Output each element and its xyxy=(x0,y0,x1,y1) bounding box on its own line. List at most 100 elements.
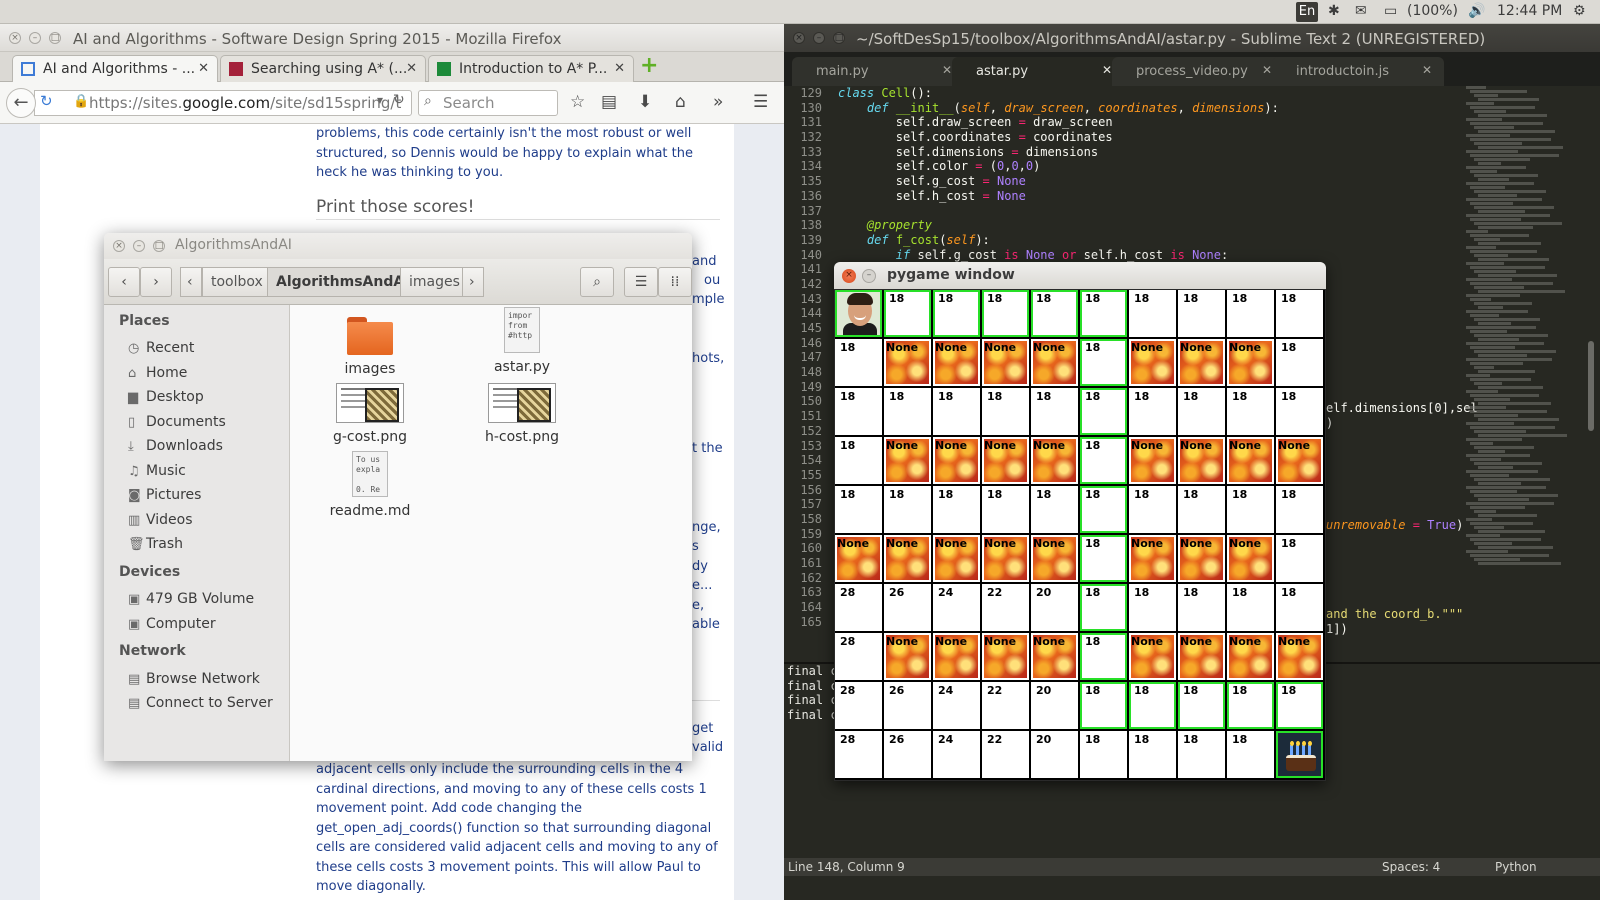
back-icon[interactable]: ‹ xyxy=(108,267,140,297)
minimap[interactable] xyxy=(1466,86,1578,606)
grid-cell[interactable]: 18 xyxy=(835,486,882,533)
close-icon[interactable]: × xyxy=(793,32,805,44)
grid-cell[interactable]: 22 xyxy=(982,731,1029,778)
sidebar-item-browse-network[interactable]: ▤ Browse Network xyxy=(128,671,260,687)
grid-cell[interactable]: 22 xyxy=(982,682,1029,729)
lava-cell[interactable]: None xyxy=(982,339,1029,386)
minimize-icon[interactable]: – xyxy=(133,240,145,252)
lava-cell[interactable]: None xyxy=(1227,535,1274,582)
grid-cell[interactable]: 26 xyxy=(884,584,931,631)
lava-cell[interactable]: None xyxy=(1129,339,1176,386)
grid-cell[interactable]: 18 xyxy=(1031,486,1078,533)
close-tab-icon[interactable]: ✕ xyxy=(614,61,625,76)
grid-cell[interactable]: 18 xyxy=(1031,290,1078,337)
file-astar-py[interactable]: impor from #http astar.py xyxy=(452,307,592,375)
lava-cell[interactable]: None xyxy=(933,437,980,484)
lava-cell[interactable]: None xyxy=(1129,535,1176,582)
forward-icon[interactable]: › xyxy=(140,267,172,297)
grid-cell[interactable]: 18 xyxy=(1080,388,1127,435)
sidebar-item-home[interactable]: ⌂ Home xyxy=(128,365,187,381)
sidebar-item-pictures[interactable]: ◙ Pictures xyxy=(128,487,201,503)
grid-cell[interactable]: 18 xyxy=(1129,584,1176,631)
menu-icon[interactable]: ☰ xyxy=(753,92,768,112)
grid-cell[interactable]: 28 xyxy=(835,731,882,778)
list-view-icon[interactable]: ☰ xyxy=(624,267,658,297)
site-identity-icon[interactable]: ↻ xyxy=(40,92,53,110)
lava-cell[interactable]: None xyxy=(1227,633,1274,680)
goal-cell[interactable] xyxy=(1276,731,1323,778)
sidebar-item-desktop[interactable]: ▆ Desktop xyxy=(128,389,204,405)
lava-cell[interactable]: None xyxy=(1276,633,1323,680)
grid-cell[interactable]: 18 xyxy=(1227,584,1274,631)
grid-cell[interactable]: 18 xyxy=(1080,731,1127,778)
bookmark-star-icon[interactable]: ☆ xyxy=(570,92,585,112)
file-images-folder[interactable]: images xyxy=(300,317,440,377)
grid-cell[interactable]: 18 xyxy=(1178,682,1225,729)
sidebar-item-connect-server[interactable]: ▤ Connect to Server xyxy=(128,695,273,711)
keyboard-layout-indicator[interactable]: En xyxy=(1296,2,1318,22)
sidebar-item-documents[interactable]: ▯ Documents xyxy=(128,414,226,430)
grid-cell[interactable]: 20 xyxy=(1031,584,1078,631)
grid-cell[interactable]: 18 xyxy=(1080,584,1127,631)
maximize-icon[interactable]: □ xyxy=(833,32,845,44)
grid-cell[interactable]: 26 xyxy=(884,682,931,729)
grid-cell[interactable]: 18 xyxy=(1178,388,1225,435)
grid-cell[interactable]: 18 xyxy=(1178,731,1225,778)
breadcrumb-algorithmsandai[interactable]: AlgorithmsAndAI xyxy=(267,267,419,297)
close-tab-icon[interactable]: ✕ xyxy=(942,63,952,77)
clock[interactable]: 12:44 PM xyxy=(1497,3,1562,19)
maximize-icon[interactable]: □ xyxy=(153,240,165,252)
overflow-chevron-icon[interactable]: » xyxy=(713,92,723,112)
grid-cell[interactable]: 18 xyxy=(1227,731,1274,778)
file-h-cost-png[interactable]: h-cost.png xyxy=(452,383,592,445)
start-cell[interactable] xyxy=(835,290,882,337)
minimize-icon[interactable]: – xyxy=(29,32,41,44)
grid-cell[interactable]: 26 xyxy=(884,731,931,778)
reading-list-icon[interactable]: ▤ xyxy=(601,92,617,112)
lava-cell[interactable]: None xyxy=(982,633,1029,680)
editor-scrollbar[interactable] xyxy=(1584,86,1600,666)
lava-cell[interactable]: None xyxy=(933,339,980,386)
battery-percent[interactable]: (100%) xyxy=(1407,3,1458,19)
downloads-icon[interactable]: ⬇ xyxy=(638,92,652,112)
lava-cell[interactable]: None xyxy=(1031,437,1078,484)
bluetooth-icon[interactable]: ✱ xyxy=(1328,3,1340,19)
volume-icon[interactable]: 🔊 xyxy=(1468,3,1485,19)
grid-cell[interactable]: 18 xyxy=(1227,682,1274,729)
grid-cell[interactable]: 18 xyxy=(1129,388,1176,435)
grid-cell[interactable]: 18 xyxy=(1129,682,1176,729)
minimize-icon[interactable]: – xyxy=(862,269,876,283)
grid-cell[interactable]: 24 xyxy=(933,584,980,631)
lava-cell[interactable]: None xyxy=(884,339,931,386)
grid-cell[interactable]: 18 xyxy=(1080,535,1127,582)
file-readme-md[interactable]: To us expla 0. Re readme.md xyxy=(300,451,440,519)
lava-cell[interactable]: None xyxy=(1031,339,1078,386)
lava-cell[interactable]: None xyxy=(884,633,931,680)
scrollbar-thumb[interactable] xyxy=(1588,341,1594,431)
grid-cell[interactable]: 20 xyxy=(1031,731,1078,778)
grid-cell[interactable]: 18 xyxy=(1031,388,1078,435)
grid-cell[interactable]: 18 xyxy=(1227,290,1274,337)
close-tab-icon[interactable]: ✕ xyxy=(406,61,417,76)
reload-icon[interactable]: ↻ xyxy=(393,92,405,108)
grid-cell[interactable]: 18 xyxy=(1276,584,1323,631)
grid-cell[interactable]: 18 xyxy=(1178,584,1225,631)
lava-cell[interactable]: None xyxy=(884,535,931,582)
grid-cell[interactable]: 18 xyxy=(835,437,882,484)
lava-cell[interactable]: None xyxy=(1031,633,1078,680)
lava-cell[interactable]: None xyxy=(1178,339,1225,386)
astar-grid[interactable]: 18 18 18 18 18 18 18 18 18 18 None None None None 18 No… xyxy=(835,290,1325,780)
grid-cell[interactable]: 20 xyxy=(1031,682,1078,729)
tab-process-video-py[interactable]: process_video.py ✕ xyxy=(1112,57,1284,86)
maximize-icon[interactable]: □ xyxy=(49,32,61,44)
close-icon[interactable]: × xyxy=(842,269,856,283)
sidebar-item-volume[interactable]: ▣ 479 GB Volume xyxy=(128,591,254,607)
gear-icon[interactable]: ⚙ xyxy=(1573,3,1586,19)
search-icon[interactable]: ⌕ xyxy=(580,267,614,297)
sidebar-item-trash[interactable]: 🗑Trash xyxy=(128,536,183,552)
grid-cell[interactable]: 18 xyxy=(1276,339,1323,386)
close-icon[interactable]: × xyxy=(113,240,125,252)
grid-cell[interactable]: 18 xyxy=(884,388,931,435)
dropdown-icon[interactable]: ▾ xyxy=(377,93,383,107)
breadcrumb-toolbox[interactable]: toolbox xyxy=(202,267,272,297)
